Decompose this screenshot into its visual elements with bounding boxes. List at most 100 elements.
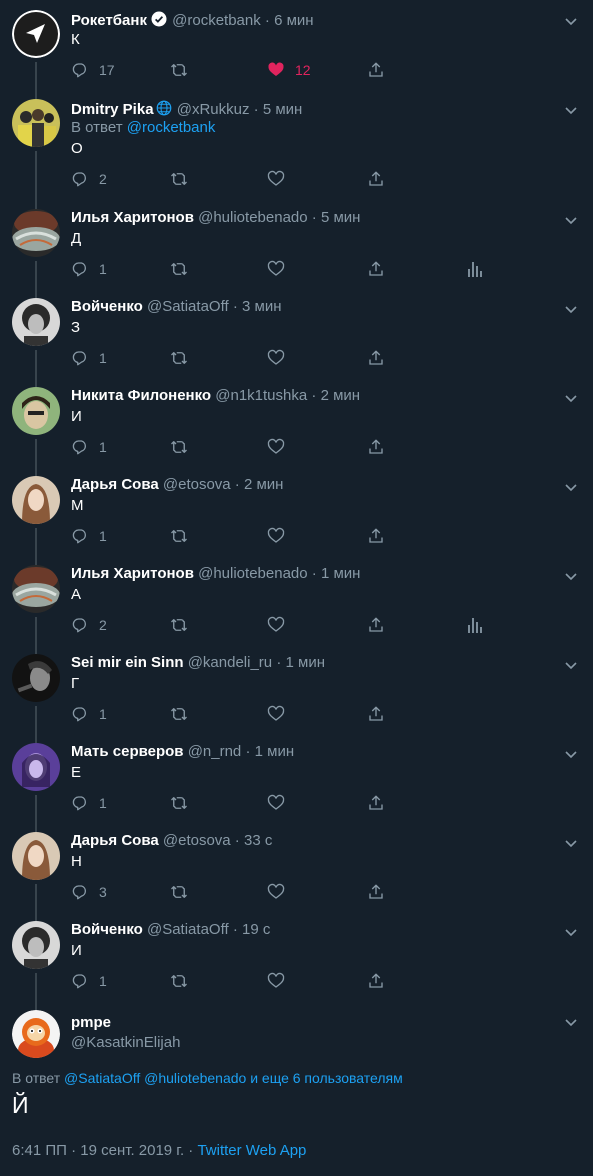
thread-tweet[interactable]: Илья Харитонов @huliotebenado · 5 мин Д 1 [0,199,593,298]
author-name[interactable]: Войченко [71,921,143,938]
like-button[interactable] [267,882,295,902]
avatar[interactable] [12,298,60,346]
timestamp[interactable]: 5 мин [263,101,303,118]
thread-tweet[interactable]: Dmitry Pika @xRukkuz · 5 мин В ответ @roc… [0,89,593,209]
timestamp[interactable]: 6:41 ПП · 19 сент. 2019 г. · [12,1142,197,1159]
timestamp[interactable]: 3 мин [242,298,282,315]
avatar[interactable] [12,99,60,147]
author-handle[interactable]: @huliotebenado [198,565,307,582]
analytics-button[interactable] [467,615,483,635]
author-name[interactable]: Войченко [71,298,143,315]
share-button[interactable] [367,169,385,189]
chevron-down-icon[interactable] [563,568,579,584]
author-name[interactable]: Илья Харитонов [71,209,194,226]
timestamp[interactable]: 33 с [244,832,272,849]
like-button[interactable] [267,526,295,546]
reply-button[interactable]: 1 [71,526,107,546]
share-button[interactable] [367,793,385,813]
retweet-button[interactable] [169,615,189,635]
retweet-button[interactable] [169,437,189,457]
like-button[interactable] [267,259,295,279]
share-button[interactable] [367,704,385,724]
retweet-button[interactable] [169,169,189,189]
share-button[interactable] [367,437,385,457]
like-button[interactable] [267,615,295,635]
retweet-button[interactable] [169,60,189,80]
share-button[interactable] [367,60,385,80]
like-button[interactable] [267,348,295,368]
avatar[interactable] [12,476,60,524]
like-button[interactable] [267,793,295,813]
avatar[interactable] [12,743,60,791]
author-name[interactable]: Sei mir ein Sinn [71,654,184,671]
avatar[interactable] [12,921,60,969]
reply-button[interactable]: 2 [71,615,107,635]
chevron-down-icon[interactable] [563,924,579,940]
share-button[interactable] [367,259,385,279]
share-button[interactable] [367,882,385,902]
avatar[interactable] [12,565,60,613]
timestamp[interactable]: 5 мин [321,209,361,226]
reply-button[interactable]: 1 [71,348,107,368]
timestamp[interactable]: 2 мин [321,387,361,404]
author-handle[interactable]: @huliotebenado [198,209,307,226]
share-button[interactable] [367,971,385,991]
author-handle[interactable]: @n1k1tushka [215,387,307,404]
reply-button[interactable]: 1 [71,259,107,279]
retweet-button[interactable] [169,793,189,813]
chevron-down-icon[interactable] [563,835,579,851]
reply-button[interactable]: 1 [71,437,107,457]
author-handle[interactable]: @rocketbank [172,12,261,29]
author-name[interactable]: Дарья Сова [71,832,159,849]
chevron-down-icon[interactable] [563,13,579,29]
timestamp[interactable]: 1 мин [321,565,361,582]
author-name[interactable]: Дарья Сова [71,476,159,493]
author-name[interactable]: Рокетбанк [71,12,147,29]
thread-tweet[interactable]: Мать серверов @n_rnd · 1 мин Е 1 [0,733,593,832]
like-button[interactable] [267,437,295,457]
author-name[interactable]: pmpe [71,1014,111,1031]
timestamp[interactable]: 19 с [242,921,270,938]
reply-button[interactable]: 3 [71,882,107,902]
thread-tweet[interactable]: Дарья Сова @etosova · 2 мин М 1 [0,466,593,565]
chevron-down-icon[interactable] [563,390,579,406]
retweet-button[interactable] [169,348,189,368]
avatar[interactable] [12,387,60,435]
like-button[interactable] [267,704,295,724]
author-handle[interactable]: @kandeli_ru [188,654,272,671]
reply-button[interactable]: 1 [71,704,107,724]
reply-mentions-link[interactable]: @SatiataOff @huliotebenado и еще 6 польз… [64,1070,403,1086]
author-handle[interactable]: @etosova [163,476,231,493]
chevron-down-icon[interactable] [563,479,579,495]
author-name[interactable]: Dmitry Pika [71,101,154,118]
share-button[interactable] [367,526,385,546]
chevron-down-icon[interactable] [563,1014,579,1030]
like-button[interactable]: 12 [267,60,311,80]
thread-tweet[interactable]: Войченко @SatiataOff · 3 мин З 1 [0,288,593,387]
avatar[interactable] [12,10,60,58]
author-handle[interactable]: @KasatkinElijah [71,1034,180,1051]
avatar[interactable] [12,209,60,257]
timestamp[interactable]: 1 мин [255,743,295,760]
author-handle[interactable]: @xRukkuz [177,101,250,118]
author-handle[interactable]: @SatiataOff [147,921,229,938]
like-button[interactable] [267,971,295,991]
author-handle[interactable]: @etosova [163,832,231,849]
reply-mention-link[interactable]: @rocketbank [127,119,216,136]
author-name[interactable]: Никита Филоненко [71,387,211,404]
avatar[interactable] [12,654,60,702]
retweet-button[interactable] [169,259,189,279]
retweet-button[interactable] [169,526,189,546]
thread-tweet[interactable]: Рокетбанк @rocketbank · 6 мин К 17 12 [0,0,593,99]
timestamp[interactable]: 2 мин [244,476,284,493]
retweet-button[interactable] [169,704,189,724]
analytics-button[interactable] [467,259,483,279]
chevron-down-icon[interactable] [563,746,579,762]
retweet-button[interactable] [169,971,189,991]
share-button[interactable] [367,348,385,368]
author-handle[interactable]: @SatiataOff [147,298,229,315]
chevron-down-icon[interactable] [563,102,579,118]
chevron-down-icon[interactable] [563,212,579,228]
avatar[interactable] [12,832,60,880]
share-button[interactable] [367,615,385,635]
